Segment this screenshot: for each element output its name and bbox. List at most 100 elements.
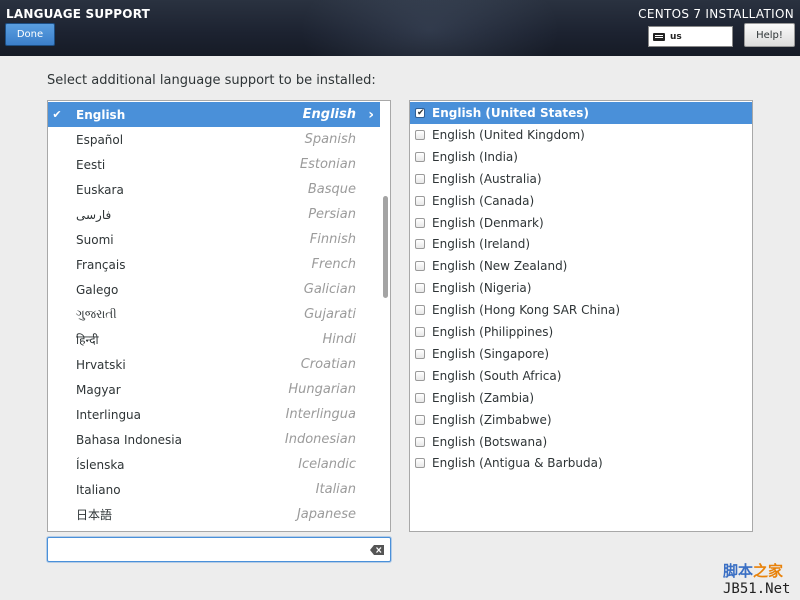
locale-label: English (Zimbabwe): [432, 412, 552, 427]
locale-checkbox[interactable]: ✔: [415, 108, 425, 118]
header-bar: LANGUAGE SUPPORT Done CENTOS 7 INSTALLAT…: [0, 0, 800, 56]
language-native-name: हिन्दी: [76, 333, 99, 347]
locale-label: English (India): [432, 149, 518, 164]
language-english-name: Persian: [308, 207, 356, 222]
help-button[interactable]: Help!: [744, 23, 795, 47]
language-english-name: Basque: [307, 182, 356, 197]
locale-row[interactable]: English (Zimbabwe): [410, 409, 752, 431]
language-native-name: فارسی: [76, 207, 112, 222]
language-english-name: Italian: [315, 482, 356, 497]
locale-row[interactable]: English (Ireland): [410, 233, 752, 255]
product-title: CENTOS 7 INSTALLATION: [638, 7, 794, 21]
language-native-name: Eesti: [76, 157, 106, 172]
language-native-name: ગુજરાતી: [76, 307, 117, 321]
locale-label: English (Botswana): [432, 434, 548, 449]
language-row[interactable]: Français French: [48, 252, 380, 277]
locale-row[interactable]: English (New Zealand): [410, 255, 752, 277]
language-native-name: Hrvatski: [76, 357, 126, 372]
language-english-name: Japanese: [296, 507, 356, 522]
language-list-scrollbar[interactable]: [383, 196, 388, 298]
language-list[interactable]: ✔ English English › Español Spanish Eesti Eston…: [47, 100, 391, 532]
locale-row[interactable]: English (India): [410, 146, 752, 168]
keyboard-layout-indicator[interactable]: us: [648, 26, 733, 47]
locale-label: English (South Africa): [432, 368, 562, 383]
locale-checkbox[interactable]: [415, 305, 425, 316]
locale-checkbox[interactable]: [415, 129, 425, 140]
language-row[interactable]: ગુજરાતી Gujarati: [48, 302, 380, 327]
locale-label: English (Zambia): [432, 390, 535, 405]
locale-row[interactable]: English (Canada): [410, 190, 752, 212]
language-row[interactable]: ✔ English English ›: [48, 102, 380, 127]
locale-checkbox[interactable]: [415, 392, 425, 403]
language-row[interactable]: Bahasa Indonesia Indonesian: [48, 427, 380, 452]
locale-checkbox[interactable]: [415, 195, 425, 206]
locale-checkbox[interactable]: [415, 217, 425, 228]
locale-label: English (Nigeria): [432, 281, 532, 296]
language-english-name: Gujarati: [304, 307, 356, 322]
language-row[interactable]: Español Spanish: [48, 127, 380, 152]
language-row[interactable]: Suomi Finnish: [48, 227, 380, 252]
locale-checkbox[interactable]: [415, 151, 425, 162]
locale-checkbox[interactable]: [415, 436, 425, 447]
language-row[interactable]: Italiano Italian: [48, 477, 380, 502]
keyboard-layout-label: us: [670, 31, 682, 42]
language-row[interactable]: فارسی Persian: [48, 202, 380, 227]
locale-list[interactable]: ✔ English (United States) English (United …: [409, 100, 753, 532]
spoke-title: LANGUAGE SUPPORT: [6, 7, 150, 21]
header-glow: [300, 0, 560, 56]
locale-row[interactable]: English (United Kingdom): [410, 124, 752, 146]
locale-label: English (Singapore): [432, 346, 550, 361]
language-english-name: Indonesian: [284, 432, 356, 447]
locale-row[interactable]: English (Singapore): [410, 343, 752, 365]
checkmark-icon: ✔: [52, 108, 62, 121]
language-native-name: Français: [76, 257, 126, 272]
language-row[interactable]: Interlingua Interlingua: [48, 402, 380, 427]
watermark-text-blue: 脚本: [723, 562, 754, 580]
locale-checkbox[interactable]: [415, 173, 425, 184]
language-english-name: Hungarian: [288, 382, 356, 397]
locale-row[interactable]: English (Antigua & Barbuda): [410, 452, 752, 474]
locale-row[interactable]: English (Philippines): [410, 321, 752, 343]
language-native-name: Italiano: [76, 482, 121, 497]
watermark-text-top: 脚本之家: [723, 560, 783, 581]
locale-checkbox[interactable]: [415, 261, 425, 272]
locale-row[interactable]: ✔ English (United States): [410, 102, 752, 124]
locale-label: English (Canada): [432, 193, 535, 208]
language-row[interactable]: Galego Galician: [48, 277, 380, 302]
locale-checkbox[interactable]: [415, 458, 425, 469]
language-english-name: Galician: [303, 282, 356, 297]
locale-row[interactable]: English (Zambia): [410, 387, 752, 409]
language-english-name: Hindi: [322, 332, 357, 347]
locale-row[interactable]: English (Hong Kong SAR China): [410, 299, 752, 321]
language-row[interactable]: हिन्दी Hindi: [48, 327, 380, 352]
locale-checkbox[interactable]: [415, 370, 425, 381]
locale-row[interactable]: English (Denmark): [410, 212, 752, 234]
locale-checkbox[interactable]: [415, 283, 425, 294]
language-row[interactable]: Íslenska Icelandic: [48, 452, 380, 477]
locale-checkbox[interactable]: [415, 414, 425, 425]
language-native-name: Íslenska: [76, 457, 125, 472]
language-row[interactable]: 日本語 Japanese: [48, 502, 380, 527]
locale-label: English (Ireland): [432, 237, 531, 252]
locale-row[interactable]: English (South Africa): [410, 365, 752, 387]
clear-search-icon[interactable]: [370, 545, 384, 555]
locale-row[interactable]: English (Australia): [410, 168, 752, 190]
locale-row[interactable]: English (Botswana): [410, 431, 752, 453]
language-english-name: English: [302, 107, 356, 122]
locale-row[interactable]: English (Nigeria): [410, 277, 752, 299]
language-english-name: French: [311, 257, 356, 272]
language-native-name: Suomi: [76, 232, 114, 247]
language-row[interactable]: Euskara Basque: [48, 177, 380, 202]
language-search-input[interactable]: [52, 541, 356, 560]
locale-checkbox[interactable]: [415, 239, 425, 250]
locale-checkbox[interactable]: [415, 327, 425, 337]
language-native-name: English: [76, 107, 126, 122]
language-row[interactable]: Eesti Estonian: [48, 152, 380, 177]
locale-label: English (Australia): [432, 171, 542, 186]
language-row[interactable]: Magyar Hungarian: [48, 377, 380, 402]
locale-label: English (New Zealand): [432, 259, 568, 274]
locale-checkbox[interactable]: [415, 348, 425, 359]
language-row[interactable]: Hrvatski Croatian: [48, 352, 380, 377]
done-button[interactable]: Done: [5, 23, 55, 46]
language-search-field[interactable]: [47, 537, 391, 562]
